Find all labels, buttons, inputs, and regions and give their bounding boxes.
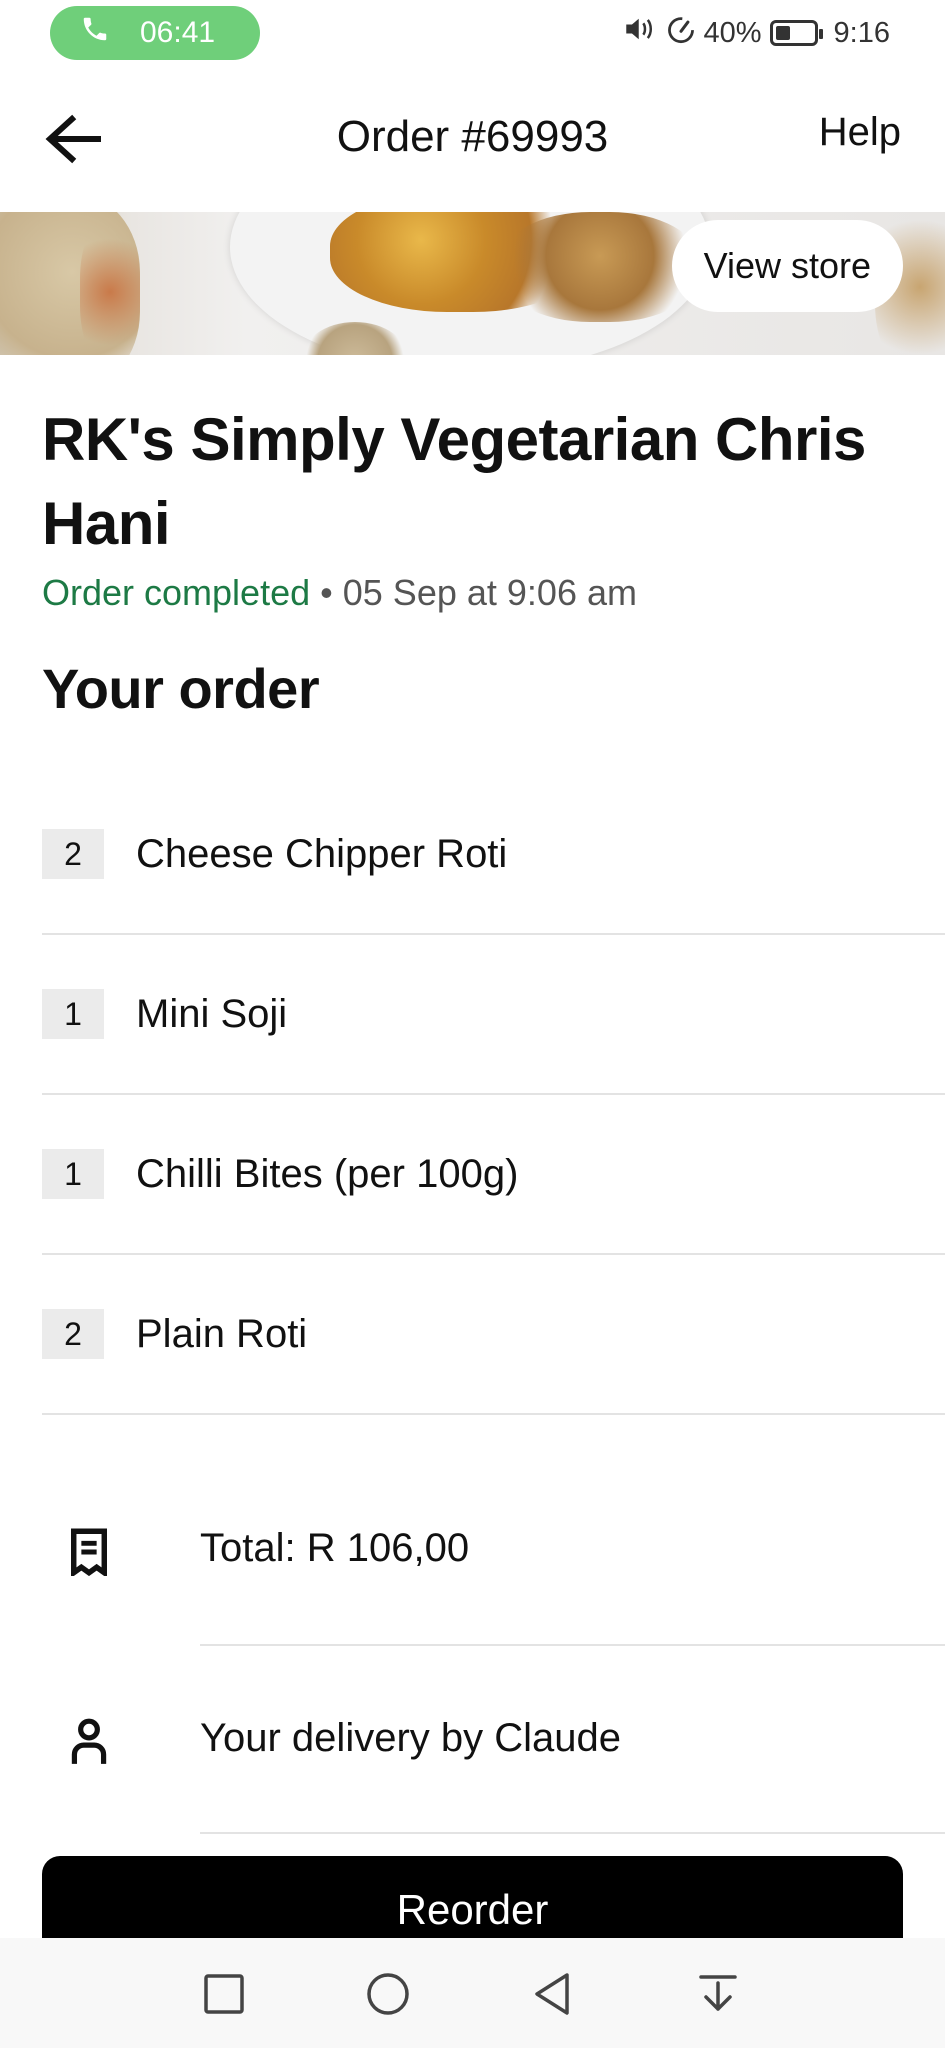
view-store-button[interactable]: View store: [671, 220, 903, 312]
order-total-row[interactable]: Total: R 106,00: [0, 1458, 945, 1646]
notification-pull-icon: [695, 1971, 741, 2022]
page-title: Order #69993: [336, 112, 609, 161]
order-status-line: Order completed • 05 Sep at 9:06 am: [42, 572, 637, 614]
list-item[interactable]: 1 Chilli Bites (per 100g): [42, 1095, 945, 1255]
divider: [200, 1832, 945, 1834]
system-navigation-bar: [0, 1938, 945, 2048]
top-app-bar: Order #69993 Help: [0, 70, 945, 210]
triangle-back-icon: [529, 1971, 575, 2022]
status-indicators: 40% 9:16: [624, 12, 890, 54]
item-name: Plain Roti: [136, 1311, 308, 1356]
quantity-badge: 2: [42, 829, 104, 879]
item-name: Cheese Chipper Roti: [136, 831, 508, 876]
separator-dot: •: [320, 572, 333, 613]
list-item[interactable]: 1 Mini Soji: [42, 935, 945, 1095]
notification-button[interactable]: [688, 1966, 748, 2026]
ongoing-call-pill[interactable]: 06:41: [50, 6, 260, 60]
home-button[interactable]: [358, 1966, 418, 2026]
receipt-icon: [60, 1522, 118, 1582]
help-button[interactable]: Help: [819, 110, 901, 155]
delivery-driver: Your delivery by Claude: [200, 1716, 621, 1760]
battery-level-fill: [775, 26, 790, 40]
quantity-badge: 1: [42, 1149, 104, 1199]
recents-button[interactable]: [194, 1966, 254, 2026]
circle-home-icon: [365, 1971, 411, 2022]
list-item[interactable]: 2 Plain Roti: [42, 1255, 945, 1415]
order-items-list: 2 Cheese Chipper Roti 1 Mini Soji 1 Chil…: [42, 775, 945, 1415]
data-speed-icon: [666, 14, 696, 52]
battery-percent: 40%: [703, 16, 762, 49]
delivery-person-row[interactable]: Your delivery by Claude: [0, 1646, 945, 1834]
item-name: Mini Soji: [136, 991, 288, 1036]
quantity-badge: 2: [42, 1309, 104, 1359]
your-order-heading: Your order: [42, 657, 320, 720]
person-icon: [60, 1712, 118, 1772]
quantity-badge: 1: [42, 989, 104, 1039]
square-recents-icon: [201, 1971, 247, 2022]
store-name: RK's Simply Vegetarian Chris Hani: [42, 406, 866, 557]
clock: 9:16: [833, 16, 890, 49]
list-item[interactable]: 2 Cheese Chipper Roti: [42, 775, 945, 935]
status-badge: Order completed: [42, 572, 311, 613]
volume-icon: [624, 14, 658, 52]
call-timer: 06:41: [140, 16, 216, 49]
item-name: Chilli Bites (per 100g): [136, 1151, 519, 1196]
order-total: Total: R 106,00: [200, 1526, 470, 1570]
battery-icon: [769, 20, 823, 46]
phone-icon: [80, 14, 110, 52]
status-bar: 06:41 40% 9:16: [0, 0, 945, 68]
order-datetime: 05 Sep at 9:06 am: [342, 572, 637, 613]
system-back-button[interactable]: [522, 1966, 582, 2026]
